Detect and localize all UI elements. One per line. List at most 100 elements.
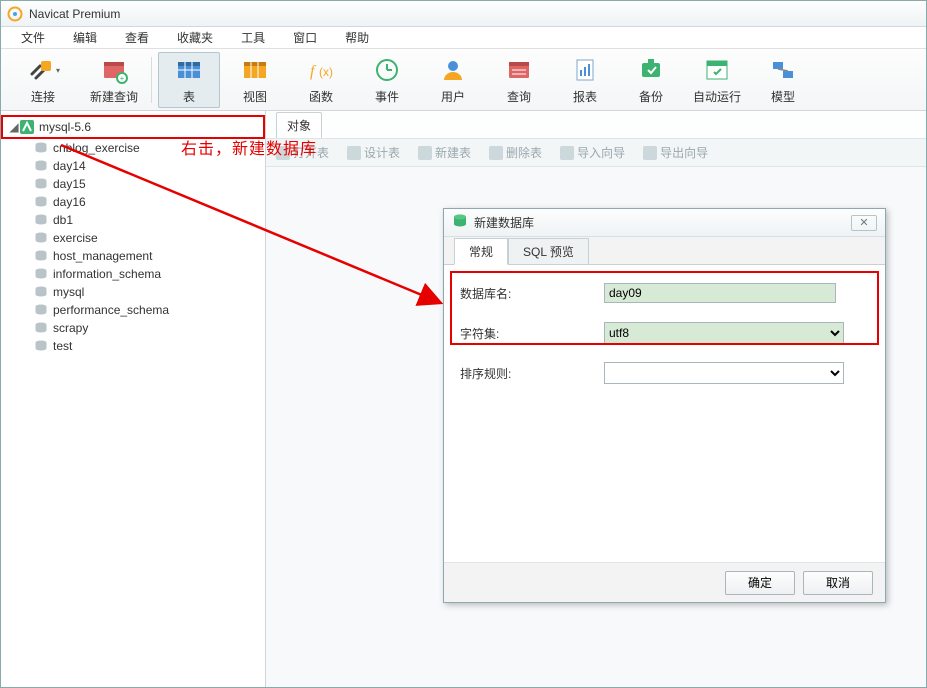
database-item[interactable]: cnblog_exercise (33, 139, 265, 157)
operation-label: 新建表 (435, 144, 471, 161)
db-name-label: 数据库名: (456, 285, 604, 302)
toolbar-newquery-button[interactable]: +新建查询 (83, 52, 145, 108)
database-item[interactable]: day14 (33, 157, 265, 175)
menu-item[interactable]: 窗口 (279, 29, 331, 46)
database-list: cnblog_exercise day14 day15 day16 db1 exercis… (1, 139, 265, 355)
toolbar-label: 函数 (309, 88, 333, 105)
sidebar: ◢ mysql-5.6 cnblog_exercise day14 day15 day… (1, 111, 266, 687)
db-name-input[interactable] (604, 283, 836, 303)
toolbar-label: 视图 (243, 88, 267, 105)
database-item[interactable]: performance_schema (33, 301, 265, 319)
database-icon (33, 321, 49, 335)
toolbar-label: 自动运行 (693, 88, 741, 105)
dialog-body: 数据库名: 字符集: utf8 排序规则: (444, 265, 885, 562)
database-item[interactable]: test (33, 337, 265, 355)
menubar: 文件编辑查看收藏夹工具窗口帮助 (1, 27, 926, 49)
expand-arrow-icon[interactable]: ◢ (9, 120, 19, 134)
tab-sql-preview[interactable]: SQL 预览 (508, 238, 589, 265)
ok-button[interactable]: 确定 (725, 571, 795, 595)
toolbar-clock-button[interactable]: 事件 (356, 52, 418, 108)
tab-objects-label: 对象 (287, 119, 311, 133)
operation-icon (643, 146, 657, 160)
toolbar-label: 新建查询 (90, 88, 138, 105)
toolbar-label: 用户 (441, 88, 465, 105)
database-item[interactable]: day16 (33, 193, 265, 211)
database-label: day14 (53, 159, 86, 173)
database-item[interactable]: db1 (33, 211, 265, 229)
titlebar: Navicat Premium (1, 1, 926, 27)
operation-bar: 打开表 设计表 新建表 删除表 导入向导 导出向导 (266, 139, 926, 167)
close-button[interactable]: ✕ (851, 215, 877, 231)
operation-label: 设计表 (364, 144, 400, 161)
database-item[interactable]: mysql (33, 283, 265, 301)
toolbar-plug-button[interactable]: ▾连接 (7, 52, 79, 108)
menu-item[interactable]: 收藏夹 (163, 29, 227, 46)
plug-icon: ▾ (26, 54, 60, 86)
operation-item[interactable]: 导出向导 (643, 144, 708, 161)
database-item[interactable]: host_management (33, 247, 265, 265)
database-label: day15 (53, 177, 86, 191)
report-icon (571, 54, 599, 86)
tab-objects[interactable]: 对象 (276, 112, 322, 138)
table-icon (175, 54, 203, 86)
model-icon (769, 54, 797, 86)
cancel-label: 取消 (826, 576, 850, 590)
operation-item[interactable]: 导入向导 (560, 144, 625, 161)
collation-select[interactable] (604, 362, 844, 384)
database-label: performance_schema (53, 303, 169, 317)
operation-label: 删除表 (506, 144, 542, 161)
toolbar-model-button[interactable]: 模型 (752, 52, 814, 108)
user-icon (439, 54, 467, 86)
toolbar-query-button[interactable]: 查询 (488, 52, 550, 108)
database-item[interactable]: exercise (33, 229, 265, 247)
row-charset: 字符集: utf8 (456, 319, 873, 347)
operation-icon (276, 146, 290, 160)
tab-general[interactable]: 常规 (454, 238, 508, 265)
toolbar-auto-button[interactable]: 自动运行 (686, 52, 748, 108)
operation-item[interactable]: 打开表 (276, 144, 329, 161)
charset-select[interactable]: utf8 (604, 322, 844, 344)
toolbar-label: 报表 (573, 88, 597, 105)
menu-item[interactable]: 文件 (7, 29, 59, 46)
object-tab-bar: 对象 (266, 111, 926, 139)
database-label: scrapy (53, 321, 88, 335)
menu-item[interactable]: 编辑 (59, 29, 111, 46)
database-label: host_management (53, 249, 152, 263)
row-db-name: 数据库名: (456, 279, 873, 307)
connection-node[interactable]: ◢ mysql-5.6 (1, 115, 265, 139)
database-item[interactable]: information_schema (33, 265, 265, 283)
app-title: Navicat Premium (29, 7, 120, 21)
cancel-button[interactable]: 取消 (803, 571, 873, 595)
database-icon (452, 213, 468, 232)
toolbar-view-button[interactable]: 视图 (224, 52, 286, 108)
menu-item[interactable]: 查看 (111, 29, 163, 46)
database-label: day16 (53, 195, 86, 209)
row-collation: 排序规则: (456, 359, 873, 387)
svg-text:(x): (x) (319, 65, 333, 79)
toolbar-backup-button[interactable]: 备份 (620, 52, 682, 108)
menu-item[interactable]: 帮助 (331, 29, 383, 46)
toolbar-user-button[interactable]: 用户 (422, 52, 484, 108)
connection-icon (19, 119, 35, 135)
database-item[interactable]: scrapy (33, 319, 265, 337)
svg-text:f: f (310, 63, 317, 80)
toolbar-table-button[interactable]: 表 (158, 52, 220, 108)
toolbar-label: 模型 (771, 88, 795, 105)
database-item[interactable]: day15 (33, 175, 265, 193)
close-icon: ✕ (859, 216, 868, 229)
operation-item[interactable]: 设计表 (347, 144, 400, 161)
operation-label: 打开表 (293, 144, 329, 161)
toolbar-label: 查询 (507, 88, 531, 105)
database-icon (33, 231, 49, 245)
operation-icon (418, 146, 432, 160)
operation-item[interactable]: 删除表 (489, 144, 542, 161)
query-icon (505, 54, 533, 86)
operation-icon (347, 146, 361, 160)
menu-item[interactable]: 工具 (227, 29, 279, 46)
toolbar-fx-button[interactable]: f(x) 函数 (290, 52, 352, 108)
database-label: exercise (53, 231, 98, 245)
toolbar: ▾连接+新建查询表视图 f(x) 函数 事件用户 查询 报表 备份自动运行 模型 (1, 49, 926, 111)
new-database-dialog: 新建数据库 ✕ 常规 SQL 预览 数据库名: 字符集: utf8 (443, 208, 886, 603)
toolbar-report-button[interactable]: 报表 (554, 52, 616, 108)
operation-item[interactable]: 新建表 (418, 144, 471, 161)
